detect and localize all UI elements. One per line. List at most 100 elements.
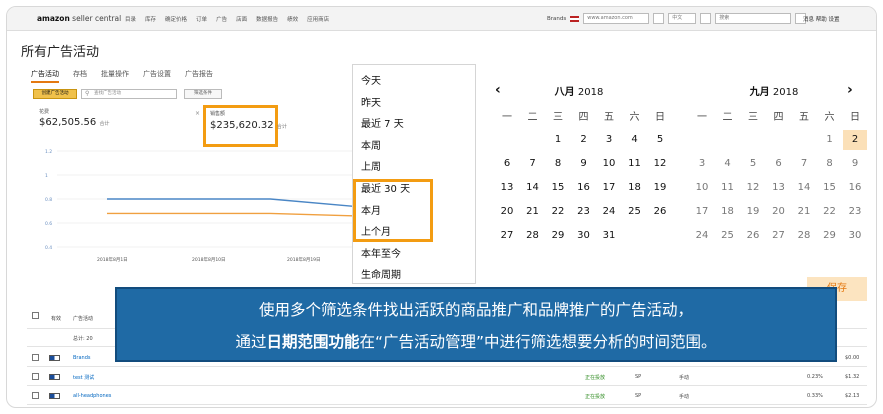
calendar-day[interactable]: 28 — [792, 226, 816, 246]
calendar-day[interactable]: 26 — [741, 226, 765, 246]
top-links[interactable]: 消息 帮助 设置 — [803, 15, 840, 23]
campaign-name-link[interactable]: test 测试 — [73, 374, 94, 381]
calendar-day[interactable]: 29 — [818, 226, 842, 246]
calendar-day[interactable]: 28 — [521, 226, 545, 246]
date-range-option[interactable]: 上周 — [361, 158, 381, 173]
amazon-seller-central-logo[interactable]: amazon seller central — [37, 14, 121, 23]
tab-item[interactable]: 存档 — [73, 69, 87, 83]
calendar-day[interactable]: 24 — [597, 202, 621, 222]
nav-item[interactable]: 绩效 — [287, 15, 298, 23]
campaign-search-input[interactable]: ⚲ 查找广告活动 — [81, 89, 177, 99]
calendar-day[interactable]: 25 — [716, 226, 740, 246]
calendar-day[interactable]: 9 — [843, 154, 867, 174]
calendar-day[interactable]: 24 — [690, 226, 714, 246]
calendar-day[interactable]: 4 — [623, 130, 647, 150]
campaign-name-link[interactable]: all-headphones — [73, 393, 111, 399]
calendar-day[interactable]: 6 — [495, 154, 519, 174]
marketplace-dropdown-icon[interactable] — [653, 13, 665, 24]
calendar-day[interactable]: 23 — [843, 202, 867, 222]
calendar-day[interactable]: 18 — [623, 178, 647, 198]
calendar-day[interactable]: 13 — [495, 178, 519, 198]
status-toggle[interactable] — [49, 393, 60, 399]
campaign-name-link[interactable]: Brands — [73, 355, 91, 361]
nav-item[interactable]: 应用商店 — [307, 15, 329, 23]
select-all-checkbox[interactable] — [32, 312, 39, 319]
calendar-day[interactable]: 11 — [623, 154, 647, 174]
calendar-day[interactable]: 15 — [818, 178, 842, 198]
tab-item[interactable]: 批量操作 — [101, 69, 129, 83]
calendar-day[interactable]: 13 — [767, 178, 791, 198]
date-range-option[interactable]: 生命周期 — [361, 266, 401, 281]
calendar-day[interactable]: 7 — [792, 154, 816, 174]
top-search-input[interactable]: 搜索 — [715, 13, 792, 24]
calendar-day[interactable]: 27 — [767, 226, 791, 246]
calendar-day[interactable]: 18 — [716, 202, 740, 222]
calendar-day[interactable]: 31 — [597, 226, 621, 246]
nav-item[interactable]: 库存 — [145, 15, 156, 23]
calendar-day[interactable]: 29 — [546, 226, 570, 246]
next-month-icon[interactable]: › — [847, 82, 853, 98]
calendar-day[interactable]: 17 — [597, 178, 621, 198]
prev-month-icon[interactable]: ‹ — [495, 82, 501, 98]
calendar-day[interactable]: 10 — [597, 154, 621, 174]
calendar-day[interactable]: 30 — [572, 226, 596, 246]
language-dropdown-icon[interactable] — [700, 13, 712, 24]
nav-item[interactable]: 订单 — [196, 15, 207, 23]
date-range-option[interactable]: 本周 — [361, 137, 381, 152]
nav-item[interactable]: 广告 — [216, 15, 227, 23]
calendar-day[interactable]: 14 — [792, 178, 816, 198]
date-range-option[interactable]: 本年至今 — [361, 245, 401, 260]
calendar-day[interactable]: 12 — [741, 178, 765, 198]
date-range-option[interactable]: 最近 7 天 — [361, 115, 404, 130]
calendar-day[interactable]: 23 — [572, 202, 596, 222]
calendar-day[interactable]: 26 — [648, 202, 672, 222]
calendar-day[interactable]: 12 — [648, 154, 672, 174]
calendar-day[interactable]: 30 — [843, 226, 867, 246]
marketplace-field[interactable]: www.amazon.com — [583, 13, 650, 24]
calendar-day[interactable]: 15 — [546, 178, 570, 198]
calendar-day[interactable]: 14 — [521, 178, 545, 198]
date-range-option[interactable]: 昨天 — [361, 94, 381, 109]
calendar-day[interactable]: 19 — [648, 178, 672, 198]
status-toggle[interactable] — [49, 374, 60, 380]
calendar-day[interactable]: 21 — [792, 202, 816, 222]
close-icon[interactable]: × — [195, 110, 200, 117]
date-range-option[interactable]: 今天 — [361, 72, 381, 87]
calendar-day[interactable]: 3 — [690, 154, 714, 174]
store-name[interactable]: Brands — [547, 16, 566, 22]
calendar-day[interactable]: 22 — [818, 202, 842, 222]
calendar-day[interactable]: 1 — [818, 130, 842, 150]
column-header[interactable]: 广告活动 — [73, 315, 93, 322]
calendar-day[interactable]: 8 — [546, 154, 570, 174]
row-checkbox[interactable] — [32, 392, 39, 399]
tab-item[interactable]: 广告活动 — [31, 69, 59, 83]
calendar-day[interactable]: 6 — [767, 154, 791, 174]
calendar-day[interactable]: 21 — [521, 202, 545, 222]
calendar-day[interactable]: 20 — [495, 202, 519, 222]
calendar-day[interactable]: 19 — [741, 202, 765, 222]
calendar-day[interactable]: 16 — [843, 178, 867, 198]
calendar-day[interactable]: 7 — [521, 154, 545, 174]
calendar-day[interactable]: 2 — [843, 130, 867, 150]
calendar-day[interactable]: 4 — [716, 154, 740, 174]
calendar-day[interactable]: 8 — [818, 154, 842, 174]
calendar-day[interactable]: 3 — [597, 130, 621, 150]
calendar-day[interactable]: 25 — [623, 202, 647, 222]
calendar-day[interactable]: 10 — [690, 178, 714, 198]
calendar-day[interactable]: 11 — [716, 178, 740, 198]
calendar-day[interactable]: 17 — [690, 202, 714, 222]
tab-item[interactable]: 广告设置 — [143, 69, 171, 83]
calendar-day[interactable]: 9 — [572, 154, 596, 174]
row-checkbox[interactable] — [32, 354, 39, 361]
language-select[interactable]: 中文 — [668, 13, 697, 24]
calendar-day[interactable]: 27 — [495, 226, 519, 246]
calendar-day[interactable]: 2 — [572, 130, 596, 150]
filter-button[interactable]: 筛选条件 — [184, 89, 222, 99]
nav-item[interactable]: 目录 — [125, 15, 136, 23]
create-campaign-button[interactable]: 创建广告活动 — [33, 89, 77, 99]
nav-item[interactable]: 数据报告 — [256, 15, 278, 23]
calendar-day[interactable]: 1 — [546, 130, 570, 150]
tab-item[interactable]: 广告报告 — [185, 69, 213, 83]
row-checkbox[interactable] — [32, 373, 39, 380]
calendar-day[interactable]: 16 — [572, 178, 596, 198]
